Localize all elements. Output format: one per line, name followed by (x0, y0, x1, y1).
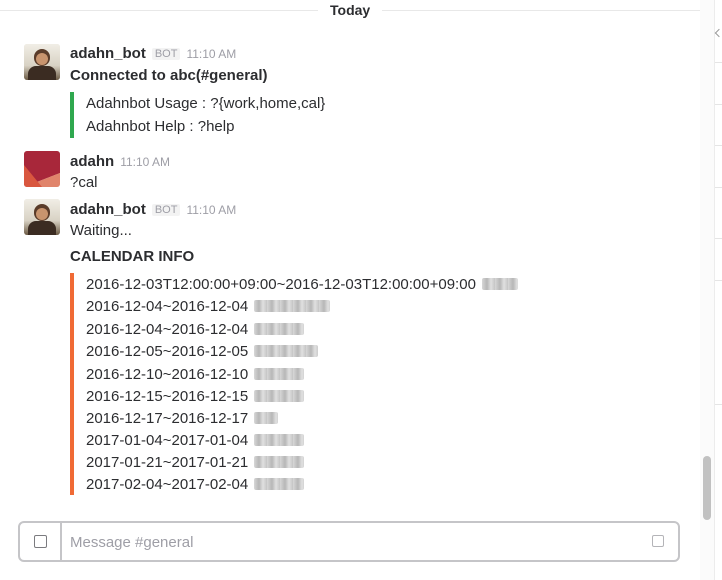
plus-square-icon (34, 535, 47, 548)
calendar-entry-date: 2016-12-05~2016-12-05 (86, 343, 249, 360)
attachment: 2016-12-03T12:00:00+09:00~2016-12-03T12:… (70, 273, 518, 495)
message-text: Connected to abc(#general) (70, 67, 268, 84)
redacted-title (254, 434, 305, 446)
divider (715, 280, 722, 281)
calendar-entry: 2017-01-04~2017-01-04 (86, 432, 305, 449)
calendar-entry: 2017-01-21~2017-01-21 (86, 454, 305, 471)
calendar-entry-date: 2016-12-17~2016-12-17 (86, 410, 249, 427)
divider (715, 187, 722, 188)
message-text: Waiting... (70, 222, 132, 239)
divider (715, 145, 722, 146)
calendar-entry: 2016-12-10~2016-12-10 (86, 366, 305, 383)
avatar[interactable] (24, 199, 60, 235)
day-divider-label: Today (318, 2, 383, 18)
right-sidebar-edge (714, 0, 722, 580)
divider (715, 238, 722, 239)
divider (715, 404, 722, 405)
redacted-title (254, 368, 305, 380)
calendar-entry: 2016-12-15~2016-12-15 (86, 388, 305, 405)
calendar-entry: 2016-12-05~2016-12-05 (86, 343, 319, 360)
timestamp[interactable]: 11:10 AM (120, 155, 170, 169)
calendar-entry: 2016-12-04~2016-12-04 (86, 298, 331, 315)
redacted-title (481, 278, 518, 290)
sender-name[interactable]: adahn (70, 153, 114, 170)
redacted-title (254, 300, 331, 312)
message-pane: Today adahn_bot BOT 11:10 AM Connected to … (0, 0, 700, 580)
calendar-entry: 2017-02-04~2017-02-04 (86, 476, 305, 493)
sender-name[interactable]: adahn_bot (70, 201, 146, 218)
chevron-down-icon[interactable] (714, 28, 722, 38)
message-composer (18, 521, 680, 562)
avatar[interactable] (24, 44, 60, 80)
message-header: adahn_bot BOT 11:10 AM (70, 45, 236, 63)
redacted-title (254, 323, 305, 335)
attach-button[interactable] (20, 523, 62, 560)
divider (715, 104, 722, 105)
avatar[interactable] (24, 151, 60, 187)
day-divider: Today (0, 0, 700, 22)
message-text: ?cal (70, 174, 98, 191)
calendar-entry-date: 2017-02-04~2017-02-04 (86, 476, 249, 493)
timestamp[interactable]: 11:10 AM (186, 47, 236, 61)
calendar-entry-date: 2016-12-04~2016-12-04 (86, 321, 249, 338)
emoji-icon[interactable] (652, 535, 664, 547)
calendar-entry-date: 2017-01-21~2017-01-21 (86, 454, 249, 471)
calendar-entry-date: 2017-01-04~2017-01-04 (86, 432, 249, 449)
timestamp[interactable]: 11:10 AM (186, 203, 236, 217)
redacted-title (254, 412, 279, 424)
attachment: Adahnbot Usage : ?{work,home,cal} Adahnb… (70, 92, 325, 138)
calendar-entry: 2016-12-17~2016-12-17 (86, 410, 279, 427)
redacted-title (254, 478, 305, 490)
redacted-title (254, 390, 305, 402)
sender-name[interactable]: adahn_bot (70, 45, 146, 62)
message-header: adahn 11:10 AM (70, 153, 170, 171)
scrollbar-thumb[interactable] (703, 456, 711, 520)
bot-badge: BOT (151, 48, 181, 60)
calendar-entry-date: 2016-12-15~2016-12-15 (86, 388, 249, 405)
attachment-heading: CALENDAR INFO (70, 248, 195, 265)
message-input[interactable] (70, 529, 630, 555)
message-header: adahn_bot BOT 11:10 AM (70, 201, 236, 219)
bot-badge: BOT (151, 204, 181, 216)
redacted-title (254, 456, 305, 468)
calendar-entry-date: 2016-12-03T12:00:00+09:00~2016-12-03T12:… (86, 276, 476, 293)
redacted-title (254, 345, 319, 357)
calendar-entry: 2016-12-03T12:00:00+09:00~2016-12-03T12:… (86, 276, 518, 293)
user-avatar-image (24, 151, 60, 187)
calendar-entry-date: 2016-12-04~2016-12-04 (86, 298, 249, 315)
attachment-line: Adahnbot Usage : ?{work,home,cal} (86, 95, 326, 112)
calendar-entry-date: 2016-12-10~2016-12-10 (86, 366, 249, 383)
divider (715, 62, 722, 63)
attachment-line: Adahnbot Help : ?help (86, 118, 235, 135)
calendar-entry: 2016-12-04~2016-12-04 (86, 321, 305, 338)
